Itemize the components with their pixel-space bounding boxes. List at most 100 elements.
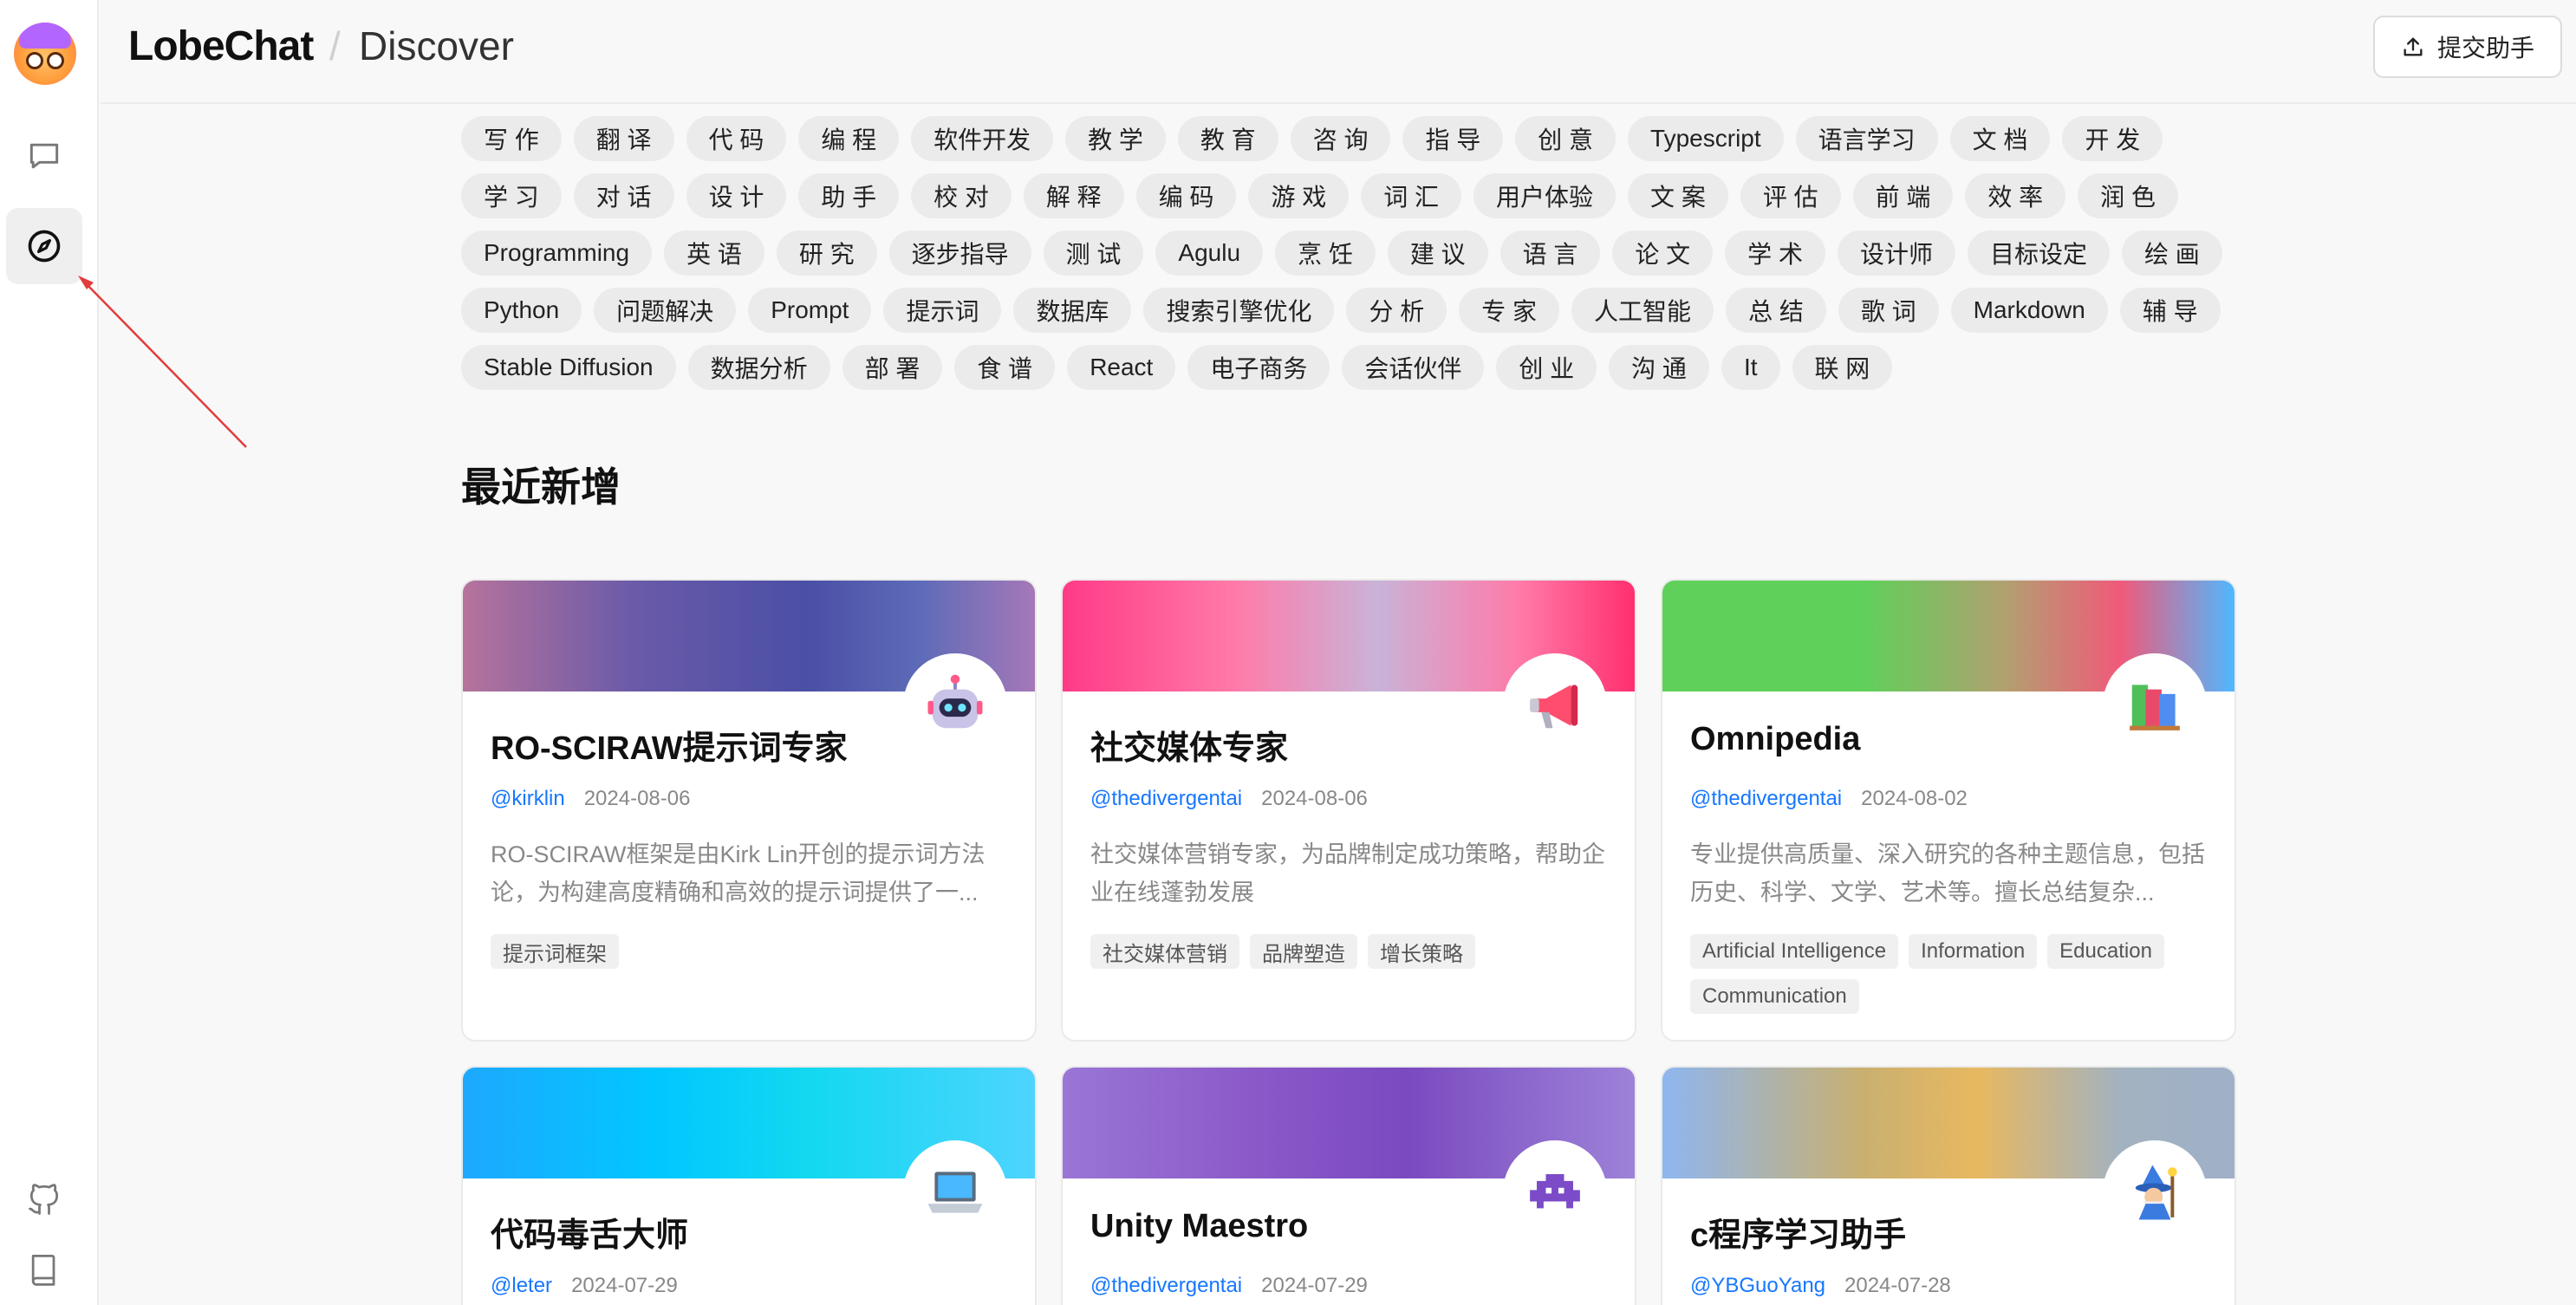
card-avatar: [1503, 1140, 1607, 1244]
category-tag[interactable]: 沟 通: [1609, 345, 1709, 390]
card-tag-list: 提示词框架: [491, 934, 1019, 969]
card-author-link[interactable]: @YBGuoYang: [1690, 1274, 1825, 1298]
card-meta: @YBGuoYang 2024-07-28: [1690, 1274, 1951, 1298]
category-tag[interactable]: 对 话: [573, 173, 674, 218]
assistant-card[interactable]: Omnipedia @thedivergentai 2024-08-02 专业提供高质…: [1661, 579, 2236, 1042]
category-tag[interactable]: 指 导: [1402, 116, 1504, 161]
category-tag[interactable]: 写 作: [461, 116, 562, 161]
category-tag[interactable]: 食 谱: [954, 345, 1056, 390]
category-tag[interactable]: 用户体验: [1473, 173, 1617, 218]
category-tag[interactable]: 软件开发: [911, 116, 1054, 161]
assistant-card[interactable]: 代码毒舌大师 @leter 2024-07-29: [461, 1066, 1037, 1305]
category-tag[interactable]: 翻 译: [573, 116, 674, 161]
category-tag[interactable]: 前 端: [1852, 173, 1954, 218]
category-tag[interactable]: Prompt: [748, 288, 872, 333]
category-tag[interactable]: 逐步指导: [888, 230, 1031, 276]
category-tag[interactable]: 编 码: [1135, 173, 1237, 218]
card-avatar: [2103, 1140, 2207, 1244]
upload-icon: [2404, 37, 2423, 56]
category-tag[interactable]: 开 发: [2062, 116, 2163, 161]
card-tag: Education: [2047, 934, 2164, 969]
category-tag[interactable]: 咨 询: [1290, 116, 1391, 161]
category-tag[interactable]: 部 署: [842, 345, 943, 390]
category-tag[interactable]: 学 习: [461, 173, 562, 218]
card-author-link[interactable]: @kirklin: [491, 787, 565, 811]
card-author-link[interactable]: @thedivergentai: [1090, 787, 1242, 811]
category-tag[interactable]: Markdown: [1950, 288, 2108, 333]
category-tag[interactable]: 文 档: [1949, 116, 2051, 161]
category-tag[interactable]: 校 对: [911, 173, 1012, 218]
category-tag[interactable]: 设 计: [686, 173, 787, 218]
category-tag[interactable]: 论 文: [1612, 230, 1714, 276]
category-tag[interactable]: React: [1067, 345, 1176, 390]
category-tag[interactable]: 词 汇: [1361, 173, 1462, 218]
category-tag[interactable]: 效 率: [1965, 173, 2066, 218]
category-tag[interactable]: It: [1721, 345, 1780, 390]
category-tag[interactable]: 目标设定: [1967, 230, 2110, 276]
assistant-card[interactable]: 社交媒体专家 @thedivergentai 2024-08-06 社交媒体营销专家，…: [1061, 579, 1636, 1042]
assistant-card[interactable]: c程序学习助手 @YBGuoYang 2024-07-28: [1661, 1066, 2236, 1305]
category-tag[interactable]: 设计师: [1837, 230, 1955, 276]
category-tag[interactable]: 歌 词: [1838, 288, 1939, 333]
assistant-card[interactable]: RO-SCIRAW提示词专家 @kirklin 2024-08-06 RO-SCIRA…: [461, 579, 1037, 1042]
category-tag[interactable]: 人工智能: [1571, 288, 1714, 333]
category-tag[interactable]: 会话伙伴: [1342, 345, 1485, 390]
assistant-card[interactable]: Unity Maestro @thedivergentai 2024-07-29: [1061, 1066, 1636, 1305]
category-tag[interactable]: 研 究: [776, 230, 877, 276]
user-avatar[interactable]: [14, 23, 76, 85]
category-tag[interactable]: 数据分析: [687, 345, 830, 390]
category-tag[interactable]: 学 术: [1725, 230, 1825, 276]
category-tag[interactable]: 代 码: [686, 116, 787, 161]
category-tag[interactable]: 创 业: [1496, 345, 1597, 390]
category-tag[interactable]: 搜索引擎优化: [1143, 288, 1335, 333]
category-tag[interactable]: 语 言: [1499, 230, 1601, 276]
card-date: 2024-08-06: [1261, 787, 1368, 810]
alien-monster-icon: [1530, 1174, 1580, 1209]
category-tag[interactable]: Programming: [461, 230, 653, 276]
category-tag[interactable]: Stable Diffusion: [461, 345, 676, 390]
category-tag[interactable]: 语言学习: [1795, 116, 1938, 161]
category-tag[interactable]: 烹 饪: [1275, 230, 1376, 276]
card-author-link[interactable]: @thedivergentai: [1090, 1274, 1242, 1298]
category-tag[interactable]: 教 育: [1177, 116, 1278, 161]
discover-nav-button[interactable]: [6, 208, 82, 284]
category-tag[interactable]: Agulu: [1155, 230, 1264, 276]
category-tag[interactable]: Python: [461, 288, 582, 333]
category-tag[interactable]: 游 戏: [1248, 173, 1350, 218]
category-tag[interactable]: 辅 导: [2119, 288, 2221, 333]
card-description: 社交媒体营销专家，为品牌制定成功策略，帮助企业在线蓬勃发展: [1090, 841, 1605, 906]
category-tag[interactable]: 解 释: [1023, 173, 1124, 218]
category-tag[interactable]: 分 析: [1346, 288, 1447, 333]
category-tag[interactable]: 建 议: [1387, 230, 1488, 276]
category-tag[interactable]: 评 估: [1740, 173, 1841, 218]
category-tag[interactable]: 提示词: [883, 288, 1002, 333]
submit-assistant-button[interactable]: 提交助手: [2373, 16, 2562, 78]
category-tag[interactable]: 电子商务: [1187, 345, 1330, 390]
chat-bubble-icon: [29, 143, 59, 169]
category-tag[interactable]: 文 案: [1628, 173, 1728, 218]
app-logo[interactable]: LobeChat: [128, 23, 314, 70]
category-tag[interactable]: 教 学: [1065, 116, 1166, 161]
category-tag[interactable]: 助 手: [798, 173, 900, 218]
page-title: Discover: [359, 23, 514, 68]
category-tag[interactable]: 编 程: [798, 116, 900, 161]
card-author-link[interactable]: @leter: [491, 1274, 552, 1298]
category-tag[interactable]: 润 色: [2078, 173, 2178, 218]
compass-icon: [28, 230, 61, 263]
category-tag[interactable]: 测 试: [1043, 230, 1144, 276]
card-author-link[interactable]: @thedivergentai: [1690, 787, 1842, 811]
category-tag[interactable]: 问题解决: [594, 288, 737, 333]
docs-button[interactable]: [6, 1230, 82, 1305]
category-tag[interactable]: 联 网: [1792, 345, 1893, 390]
category-tag[interactable]: 总 结: [1726, 288, 1826, 333]
category-tag[interactable]: 专 家: [1459, 288, 1560, 333]
category-tag[interactable]: 英 语: [664, 230, 764, 276]
chat-nav-button[interactable]: [6, 118, 82, 194]
category-tag[interactable]: 创 意: [1515, 116, 1617, 161]
category-tag[interactable]: 绘 画: [2121, 230, 2222, 276]
category-tag[interactable]: Typescript: [1628, 116, 1784, 161]
card-title: Unity Maestro: [1090, 1208, 1309, 1244]
category-tag[interactable]: 数据库: [1013, 288, 1132, 333]
github-button[interactable]: [6, 1161, 82, 1237]
card-tag-list: Artificial Intelligence Information Educat…: [1690, 934, 2219, 1014]
